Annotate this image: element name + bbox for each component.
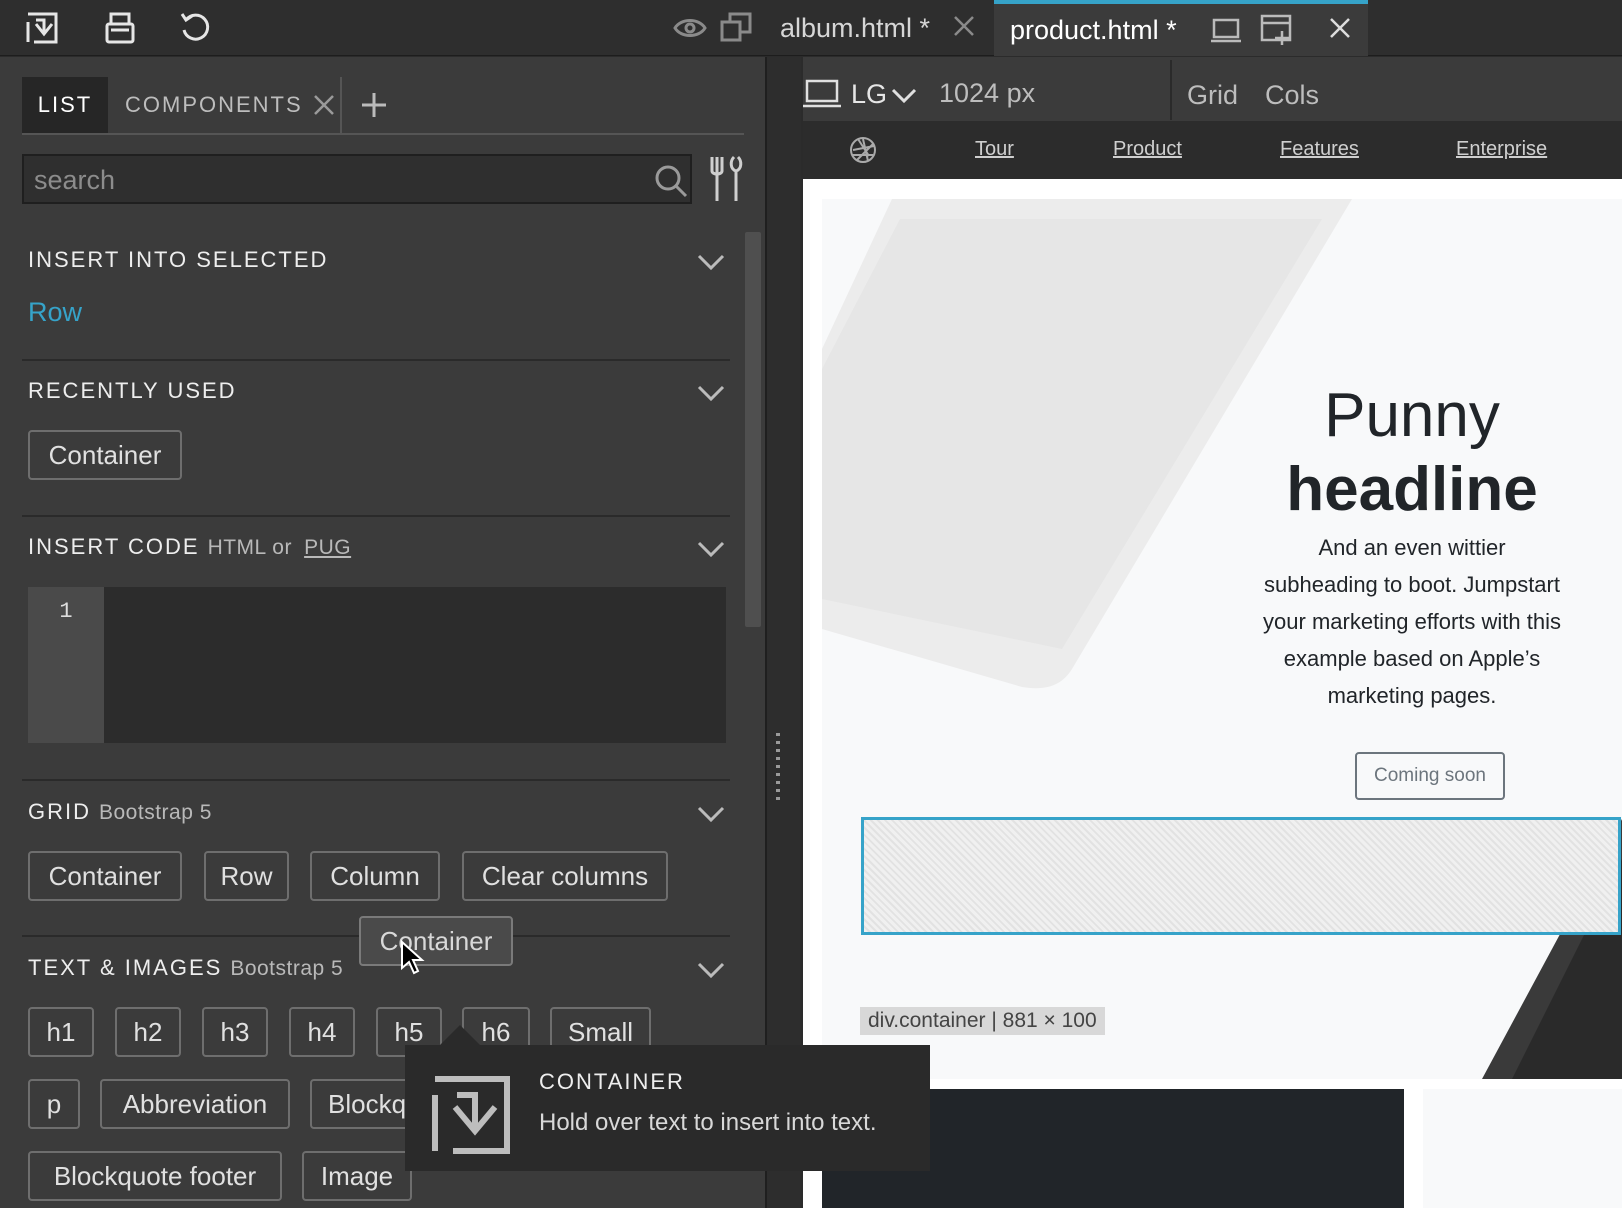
component-tooltip: CONTAINER Hold over text to insert into … xyxy=(405,1045,930,1171)
viewport-width: 1024 px xyxy=(939,78,1036,108)
coming-soon-button[interactable]: Coming soon xyxy=(1355,752,1505,800)
code-line-number: 1 xyxy=(59,599,73,624)
grid-sub: Bootstrap 5 xyxy=(99,801,212,824)
top-toolbar: album.html * product.html * xyxy=(0,0,1622,56)
aperture-logo-icon[interactable] xyxy=(849,136,877,164)
chevron-down-icon[interactable] xyxy=(696,960,726,980)
code-gutter: 1 xyxy=(28,587,104,743)
recently-used-heading[interactable]: RECENTLY USED xyxy=(28,378,237,404)
tab-list[interactable]: LIST xyxy=(22,77,108,133)
tab-album[interactable]: album.html * xyxy=(780,0,930,56)
tooltip-text: Hold over text to insert into text. xyxy=(539,1109,877,1136)
close-components-icon[interactable] xyxy=(313,94,335,116)
dragged-container-chip[interactable]: Container xyxy=(359,916,513,966)
section-divider xyxy=(22,515,730,517)
add-tab-icon[interactable] xyxy=(360,91,388,119)
canvas-toolbar: LG 1024 px Grid Cols xyxy=(803,57,1622,121)
grid-title: GRID xyxy=(28,799,91,824)
printer-icon[interactable] xyxy=(100,8,140,48)
grid-toggle[interactable]: Grid xyxy=(1187,80,1238,111)
text-images-sub: Bootstrap 5 xyxy=(230,957,344,980)
h1-button[interactable]: h1 xyxy=(28,1007,94,1057)
tab-product[interactable]: product.html * xyxy=(994,0,1368,56)
insert-code-sub: HTML or xyxy=(207,536,292,559)
panel-splitter[interactable] xyxy=(765,57,801,1208)
search-input[interactable] xyxy=(34,162,634,198)
eye-icon[interactable] xyxy=(670,8,710,48)
search-icon[interactable] xyxy=(654,164,688,198)
tab-product-label: product.html * xyxy=(1010,14,1177,45)
recent-container-button[interactable]: Container xyxy=(28,430,182,480)
insert-into-selected-heading[interactable]: INSERT INTO SELECTED xyxy=(28,247,328,273)
tooltip-arrow xyxy=(440,1025,480,1045)
laptop-preview-icon[interactable] xyxy=(1210,18,1242,44)
insert-code-heading[interactable]: INSERT CODE HTML or PUG xyxy=(28,534,351,560)
abbreviation-button[interactable]: Abbreviation xyxy=(100,1079,290,1129)
nav-link-enterprise[interactable]: Enterprise xyxy=(1456,138,1547,161)
insert-panel: LIST COMPONENTS INSERT INTO SELECTED Row… xyxy=(0,57,765,1208)
section-divider xyxy=(22,779,730,781)
search-box xyxy=(22,154,692,204)
panel-scrollbar-thumb[interactable] xyxy=(745,232,761,627)
chevron-down-icon[interactable] xyxy=(891,87,917,105)
add-window-icon[interactable] xyxy=(1260,14,1294,46)
duplicate-window-icon[interactable] xyxy=(716,8,756,48)
cols-toggle[interactable]: Cols xyxy=(1265,80,1319,111)
tooltip-title: CONTAINER xyxy=(539,1069,685,1094)
nav-link-features[interactable]: Features xyxy=(1280,138,1359,161)
code-editor[interactable] xyxy=(104,587,726,743)
chevron-down-icon[interactable] xyxy=(696,252,726,272)
canvas-toolbar-divider xyxy=(1170,60,1172,120)
grid-heading[interactable]: GRID Bootstrap 5 xyxy=(28,799,212,825)
blockquote-footer-button[interactable]: Blockquote footer xyxy=(28,1151,282,1201)
hero-subheading: And an even wittier subheading to boot. … xyxy=(1263,535,1561,708)
chevron-down-icon[interactable] xyxy=(696,804,726,824)
site-navbar: Tour Product Features Enterprise xyxy=(803,121,1622,179)
h4-button[interactable]: h4 xyxy=(289,1007,355,1057)
splitter-grip[interactable] xyxy=(776,733,780,803)
hero-headline-line1: Punny xyxy=(1324,381,1500,450)
grid-clear-columns-button[interactable]: Clear columns xyxy=(462,851,668,901)
tab-underline xyxy=(22,133,744,135)
mouse-cursor-icon xyxy=(400,940,426,976)
pug-link[interactable]: PUG xyxy=(304,536,351,559)
h2-button[interactable]: h2 xyxy=(115,1007,181,1057)
selected-element-link[interactable]: Row xyxy=(28,297,82,328)
laptop-icon[interactable] xyxy=(803,79,841,109)
text-images-title: TEXT & IMAGES xyxy=(28,955,223,980)
grid-container-button[interactable]: Container xyxy=(28,851,182,901)
grid-row-button[interactable]: Row xyxy=(204,851,289,901)
close-tab-album-icon[interactable] xyxy=(952,14,976,38)
tab-list-label: LIST xyxy=(37,92,93,117)
undo-icon[interactable] xyxy=(176,8,216,48)
insert-icon[interactable] xyxy=(22,8,62,48)
tab-divider xyxy=(340,77,342,133)
tab-components[interactable]: COMPONENTS xyxy=(125,77,335,133)
selected-container-outline[interactable] xyxy=(861,817,1621,935)
nav-link-tour[interactable]: Tour xyxy=(975,138,1014,161)
tab-components-label: COMPONENTS xyxy=(125,92,303,117)
section-divider xyxy=(22,359,730,361)
insert-code-title: INSERT CODE xyxy=(28,534,200,559)
insert-icon xyxy=(429,1073,513,1157)
tools-icon[interactable] xyxy=(706,155,748,203)
hero-headline-line2: headline xyxy=(1286,455,1538,524)
nav-link-product[interactable]: Product xyxy=(1113,138,1182,161)
selection-size-label: div.container | 881 × 100 xyxy=(860,1007,1105,1035)
hero-headline: Punny headline xyxy=(1272,379,1552,527)
hero-section[interactable]: Punny headline And an even wittier subhe… xyxy=(822,199,1622,1079)
light-content-block xyxy=(1423,1089,1622,1208)
chevron-down-icon[interactable] xyxy=(696,539,726,559)
close-tab-product-icon[interactable] xyxy=(1328,16,1352,40)
image-button[interactable]: Image xyxy=(302,1151,412,1201)
p-button[interactable]: p xyxy=(28,1079,80,1129)
grid-column-button[interactable]: Column xyxy=(310,851,440,901)
tab-album-label: album.html * xyxy=(780,12,931,43)
text-images-heading[interactable]: TEXT & IMAGES Bootstrap 5 xyxy=(28,955,343,981)
h3-button[interactable]: h3 xyxy=(202,1007,268,1057)
device-select[interactable]: LG xyxy=(851,79,887,110)
chevron-down-icon[interactable] xyxy=(696,383,726,403)
